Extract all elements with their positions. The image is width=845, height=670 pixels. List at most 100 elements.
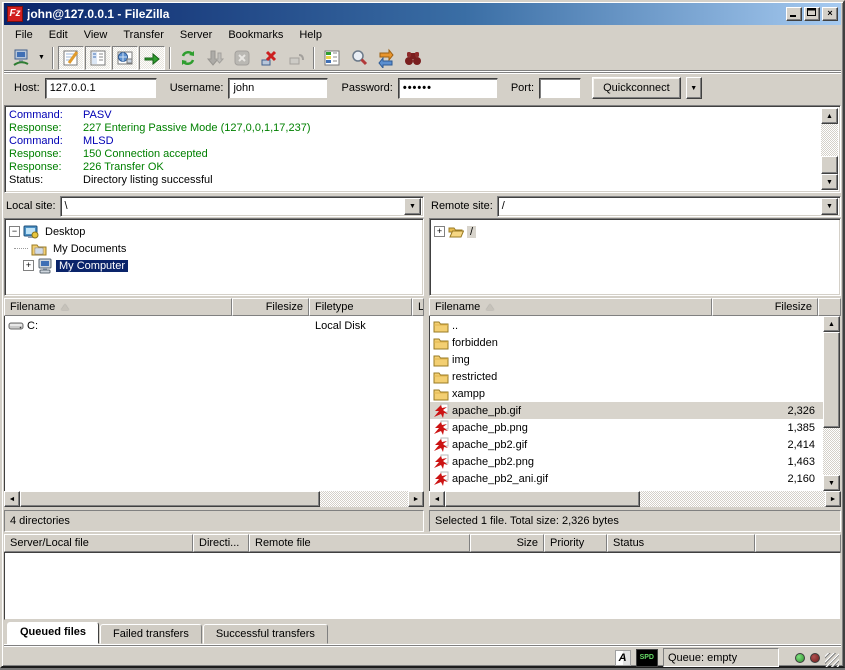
cancel-operation-button[interactable] [229,46,255,70]
file-row[interactable]: apache_pb2_ani.gif 2,160 [430,470,823,487]
expand-icon[interactable]: + [23,260,34,271]
synchronized-browsing-button[interactable] [373,46,399,70]
column-header-filename[interactable]: Filename [429,298,712,316]
title-bar[interactable]: Fz john@127.0.0.1 - FileZilla × [4,3,841,25]
local-tree[interactable]: − Desktop My Documents + My Computer [4,218,424,296]
tree-item-my-documents[interactable]: My Documents [9,240,421,257]
directory-listing-filters-button[interactable] [319,46,345,70]
column-header-filesize[interactable]: Filesize [712,298,818,316]
chevron-down-icon[interactable]: ▼ [404,198,421,215]
column-header-direction[interactable]: Directi... [193,534,249,552]
resize-grip[interactable] [825,653,839,667]
remote-site-combo[interactable]: / ▼ [497,196,841,217]
file-row[interactable]: img [430,351,823,368]
transfer-type-indicator[interactable]: A [615,650,631,666]
file-row[interactable]: xampp [430,385,823,402]
column-header-priority[interactable]: Priority [544,534,607,552]
local-site-value: \ [65,200,404,212]
maximize-button[interactable] [804,7,820,21]
file-row[interactable]: apache_pb2.gif 2,414 [430,436,823,453]
scroll-up-icon[interactable]: ▲ [823,316,840,332]
port-input[interactable] [539,78,581,99]
file-row[interactable]: .. [430,317,823,334]
remote-horizontal-scrollbar[interactable]: ◄ ► [429,491,841,507]
file-row[interactable]: forbidden [430,334,823,351]
file-row-selected[interactable]: apache_pb.gif 2,326 [430,402,823,419]
scroll-left-icon[interactable]: ◄ [4,491,20,507]
message-log[interactable]: Command:PASV Response:227 Entering Passi… [4,105,841,193]
file-row[interactable]: apache_pb.png 1,385 [430,419,823,436]
scrollbar-thumb[interactable] [821,156,838,174]
local-horizontal-scrollbar[interactable]: ◄ ► [4,491,424,507]
local-file-list: Filename Filesize Filetype L C: Local [4,298,424,507]
username-input[interactable] [228,78,328,99]
remote-vertical-scrollbar[interactable]: ▲ ▼ [823,316,840,491]
scroll-down-icon[interactable]: ▼ [823,475,840,491]
disconnect-button[interactable] [256,46,282,70]
queue-body[interactable] [4,552,841,620]
column-header-size[interactable]: Size [470,534,544,552]
minimize-button[interactable] [786,7,802,21]
tree-item-root[interactable]: + / [434,223,838,240]
remote-tree[interactable]: + / [429,218,841,296]
scroll-up-icon[interactable]: ▲ [821,108,838,124]
reconnect-button[interactable] [283,46,309,70]
transfer-queue: Server/Local file Directi... Remote file… [4,534,841,620]
disk-drive-icon [8,318,24,334]
menu-file[interactable]: File [8,27,40,43]
column-header-server-local-file[interactable]: Server/Local file [4,534,193,552]
scroll-right-icon[interactable]: ► [825,491,841,507]
collapse-icon[interactable]: − [9,226,20,237]
speed-limit-indicator[interactable]: SPD [636,649,658,667]
file-row[interactable]: restricted [430,368,823,385]
menu-transfer[interactable]: Transfer [116,27,171,43]
toggle-transfer-queue-button[interactable] [139,46,165,70]
file-row[interactable]: apache_pb2.png 1,463 [430,453,823,470]
column-header-remote-file[interactable]: Remote file [249,534,470,552]
scroll-down-icon[interactable]: ▼ [821,174,838,190]
process-queue-button[interactable] [202,46,228,70]
tab-failed-transfers[interactable]: Failed transfers [100,624,202,644]
menu-bookmarks[interactable]: Bookmarks [221,27,290,43]
quickconnect-dropdown[interactable]: ▼ [686,77,702,99]
sort-ascending-icon [486,304,494,310]
close-button[interactable]: × [822,7,838,21]
site-manager-button[interactable] [8,46,34,70]
refresh-button[interactable] [175,46,201,70]
column-header-filename[interactable]: Filename [4,298,232,316]
tab-queued-files[interactable]: Queued files [7,622,99,644]
tree-item-my-computer[interactable]: + My Computer [9,257,421,274]
column-header-status[interactable]: Status [607,534,755,552]
chevron-down-icon[interactable]: ▼ [821,198,838,215]
local-list-body[interactable]: C: Local Disk [4,316,424,491]
local-site-combo[interactable]: \ ▼ [60,196,424,217]
menu-help[interactable]: Help [292,27,329,43]
scrollbar-thumb[interactable] [445,491,640,507]
scrollbar-thumb[interactable] [20,491,320,507]
directory-comparison-button[interactable] [346,46,372,70]
tab-successful-transfers[interactable]: Successful transfers [203,624,328,644]
password-input[interactable] [398,78,498,99]
scroll-left-icon[interactable]: ◄ [429,491,445,507]
menu-server[interactable]: Server [173,27,219,43]
toggle-message-log-button[interactable] [58,46,84,70]
tree-item-desktop[interactable]: − Desktop [9,223,421,240]
column-header-filetype[interactable]: Filetype [309,298,412,316]
menu-edit[interactable]: Edit [42,27,75,43]
host-input[interactable] [45,78,157,99]
file-row-c-drive[interactable]: C: Local Disk [5,317,423,334]
toggle-remote-tree-button[interactable] [112,46,138,70]
remote-list-body[interactable]: .. forbidden img restricted [429,316,841,491]
expand-icon[interactable]: + [434,226,445,237]
site-manager-dropdown[interactable]: ▼ [35,46,48,70]
find-files-button[interactable] [400,46,426,70]
quickconnect-button[interactable]: Quickconnect [592,77,681,99]
toggle-local-tree-button[interactable] [85,46,111,70]
scrollbar-thumb[interactable] [823,332,840,428]
log-scrollbar[interactable]: ▲ ▼ [821,108,838,190]
scroll-right-icon[interactable]: ► [408,491,424,507]
menu-view[interactable]: View [77,27,115,43]
column-header-filesize[interactable]: Filesize [232,298,309,316]
column-header-last-modified[interactable]: L [412,298,424,316]
remote-list-header: Filename Filesize [429,298,841,316]
